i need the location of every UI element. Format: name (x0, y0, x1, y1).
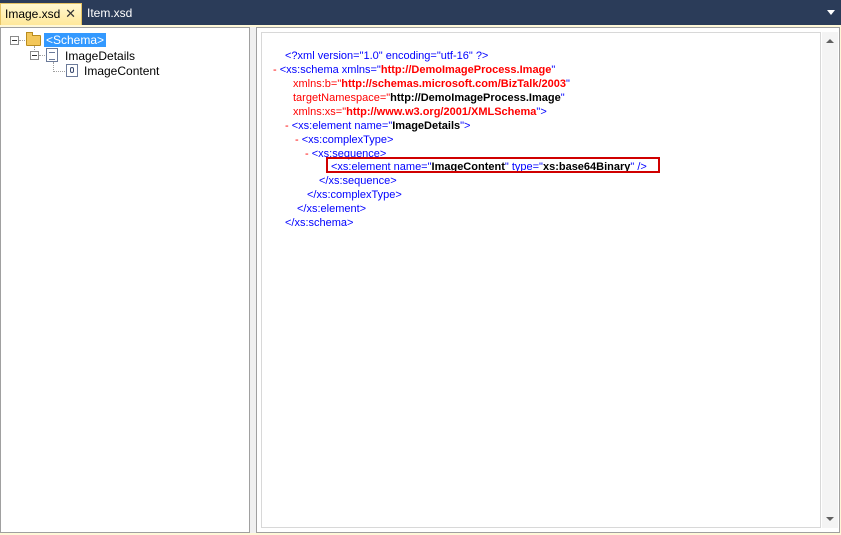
tab-label: Item.xsd (87, 6, 133, 20)
schema-root-label: <Schema> (44, 33, 107, 47)
xml-declaration: <?xml version="1.0" encoding="utf-16" ?> (285, 50, 489, 62)
collapse-marker[interactable]: - (273, 64, 277, 76)
tab-label: Image.xsd (5, 7, 61, 21)
tree-node-schema[interactable]: <Schema> (44, 33, 107, 47)
xml-line-element-imagedetails: - <xs:element name="ImageDetails"> (285, 120, 471, 132)
collapse-marker[interactable]: - (285, 120, 289, 132)
xml-document-view[interactable]: <?xml version="1.0" encoding="utf-16" ?>… (261, 32, 821, 528)
record-icon (46, 48, 58, 62)
vertical-scrollbar[interactable] (822, 32, 838, 528)
collapse-icon[interactable] (10, 36, 19, 45)
tab-dropdown-icon[interactable] (827, 10, 835, 15)
scroll-up-icon[interactable] (826, 39, 834, 43)
tab-item-xsd[interactable]: Item.xsd (83, 3, 143, 25)
xml-view-pane: <?xml version="1.0" encoding="utf-16" ?>… (256, 27, 840, 533)
tree-connector (19, 40, 25, 41)
xml-line-xmlns-b: xmlns:b="http://schemas.microsoft.com/Bi… (293, 78, 570, 90)
editor-area: <Schema> ImageDetails ImageContent <?xml… (0, 25, 841, 535)
tree-node-imagedetails[interactable]: ImageDetails (65, 49, 135, 63)
field-element-icon (66, 64, 78, 77)
xml-line-targetnamespace: targetNamespace="http://DemoImageProcess… (293, 92, 565, 104)
collapse-icon[interactable] (30, 51, 39, 60)
tree-node-imagecontent[interactable]: ImageContent (84, 64, 159, 78)
scroll-down-icon[interactable] (826, 517, 834, 521)
close-icon[interactable]: ✕ (65, 4, 76, 24)
tree-connector (53, 71, 65, 72)
collapse-marker[interactable]: - (305, 148, 309, 160)
schema-tree-pane[interactable]: <Schema> ImageDetails ImageContent (0, 27, 250, 533)
xml-line-sequence-close: </xs:sequence> (319, 175, 397, 187)
folder-icon (26, 32, 41, 46)
xml-line-schema-close: </xs:schema> (285, 217, 354, 229)
xml-line-schema: - <xs:schema xmlns="http://DemoImageProc… (273, 64, 556, 76)
xml-line-element-close: </xs:element> (297, 203, 367, 215)
document-tab-strip: Image.xsd ✕ Item.xsd (0, 0, 841, 25)
collapse-marker[interactable]: - (295, 134, 299, 146)
xml-line-xmlns-xs: xmlns:xs="http://www.w3.org/2001/XMLSche… (293, 106, 547, 118)
tree-connector (39, 55, 45, 56)
xml-line-complextype: - <xs:complexType> (295, 134, 394, 146)
xml-line-complextype-close: </xs:complexType> (307, 189, 402, 201)
tab-image-xsd[interactable]: Image.xsd ✕ (0, 3, 82, 25)
highlight-box (326, 157, 660, 173)
